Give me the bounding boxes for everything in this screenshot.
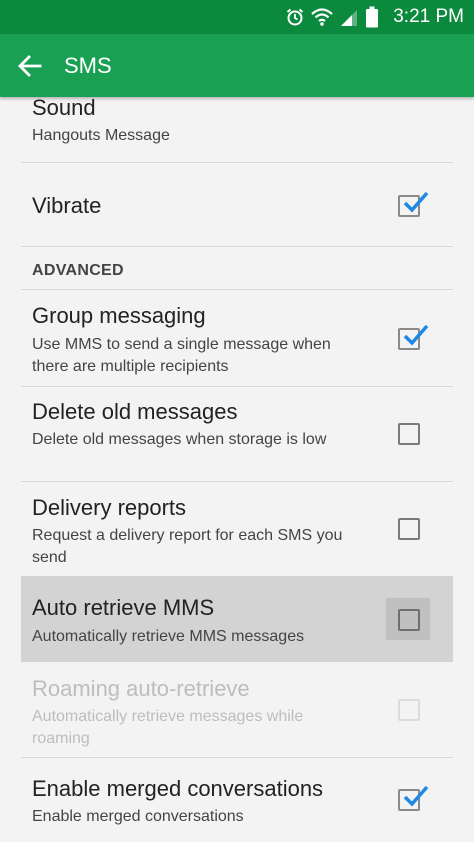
alarm-icon (287, 8, 304, 26)
pref-auto-retrieve-summary: Automatically retrieve MMS messages (32, 628, 305, 645)
merged-checkbox[interactable] (398, 785, 429, 811)
status-bar: 3:21 PM (0, 0, 474, 34)
pref-vibrate-title: Vibrate (32, 193, 102, 218)
back-arrow-icon[interactable] (16, 52, 44, 80)
divider (21, 289, 453, 290)
pref-merged-title: Enable merged conversations (32, 776, 324, 801)
divider (21, 386, 453, 387)
divider (21, 481, 453, 482)
signal-icon (341, 10, 358, 26)
pref-group-messaging-title: Group messaging (32, 303, 206, 328)
group-messaging-checkbox[interactable] (398, 324, 429, 350)
pref-sound-title: Sound (32, 95, 96, 120)
pref-delete-old-summary: Delete old messages when storage is low (32, 431, 327, 448)
divider (21, 246, 453, 247)
pref-roaming-title: Roaming auto-retrieve (32, 676, 250, 701)
delete-old-checkbox[interactable] (398, 423, 420, 445)
battery-icon (366, 6, 379, 28)
roaming-checkbox (398, 699, 420, 721)
section-header-advanced: ADVANCED (32, 262, 124, 279)
pref-auto-retrieve-title: Auto retrieve MMS (32, 595, 215, 620)
pref-delete-old-title: Delete old messages (32, 399, 238, 424)
check-icon (403, 785, 429, 807)
wifi-icon (311, 8, 333, 26)
divider (21, 757, 453, 758)
pref-delivery-reports-title: Delivery reports (32, 495, 187, 520)
pref-roaming-summary: Automatically retrieve messages while ro… (32, 708, 304, 747)
status-time: 3:21 PM (393, 6, 464, 27)
pref-merged-summary: Enable merged conversations (32, 808, 244, 825)
auto-retrieve-checkbox[interactable] (398, 609, 420, 631)
pref-sound-summary: Hangouts Message (32, 127, 170, 144)
check-icon (403, 191, 429, 213)
check-icon (403, 324, 429, 346)
pref-delivery-reports-summary: Request a delivery report for each SMS y… (32, 527, 343, 566)
delivery-reports-checkbox[interactable] (398, 518, 420, 540)
pref-group-messaging-summary: Use MMS to send a single message when th… (32, 336, 331, 375)
status-icons: 3:21 PM (285, 4, 464, 30)
vibrate-checkbox[interactable] (398, 191, 429, 217)
app-bar: SMS (0, 34, 474, 97)
page-title: SMS (64, 53, 112, 78)
divider (21, 162, 453, 163)
